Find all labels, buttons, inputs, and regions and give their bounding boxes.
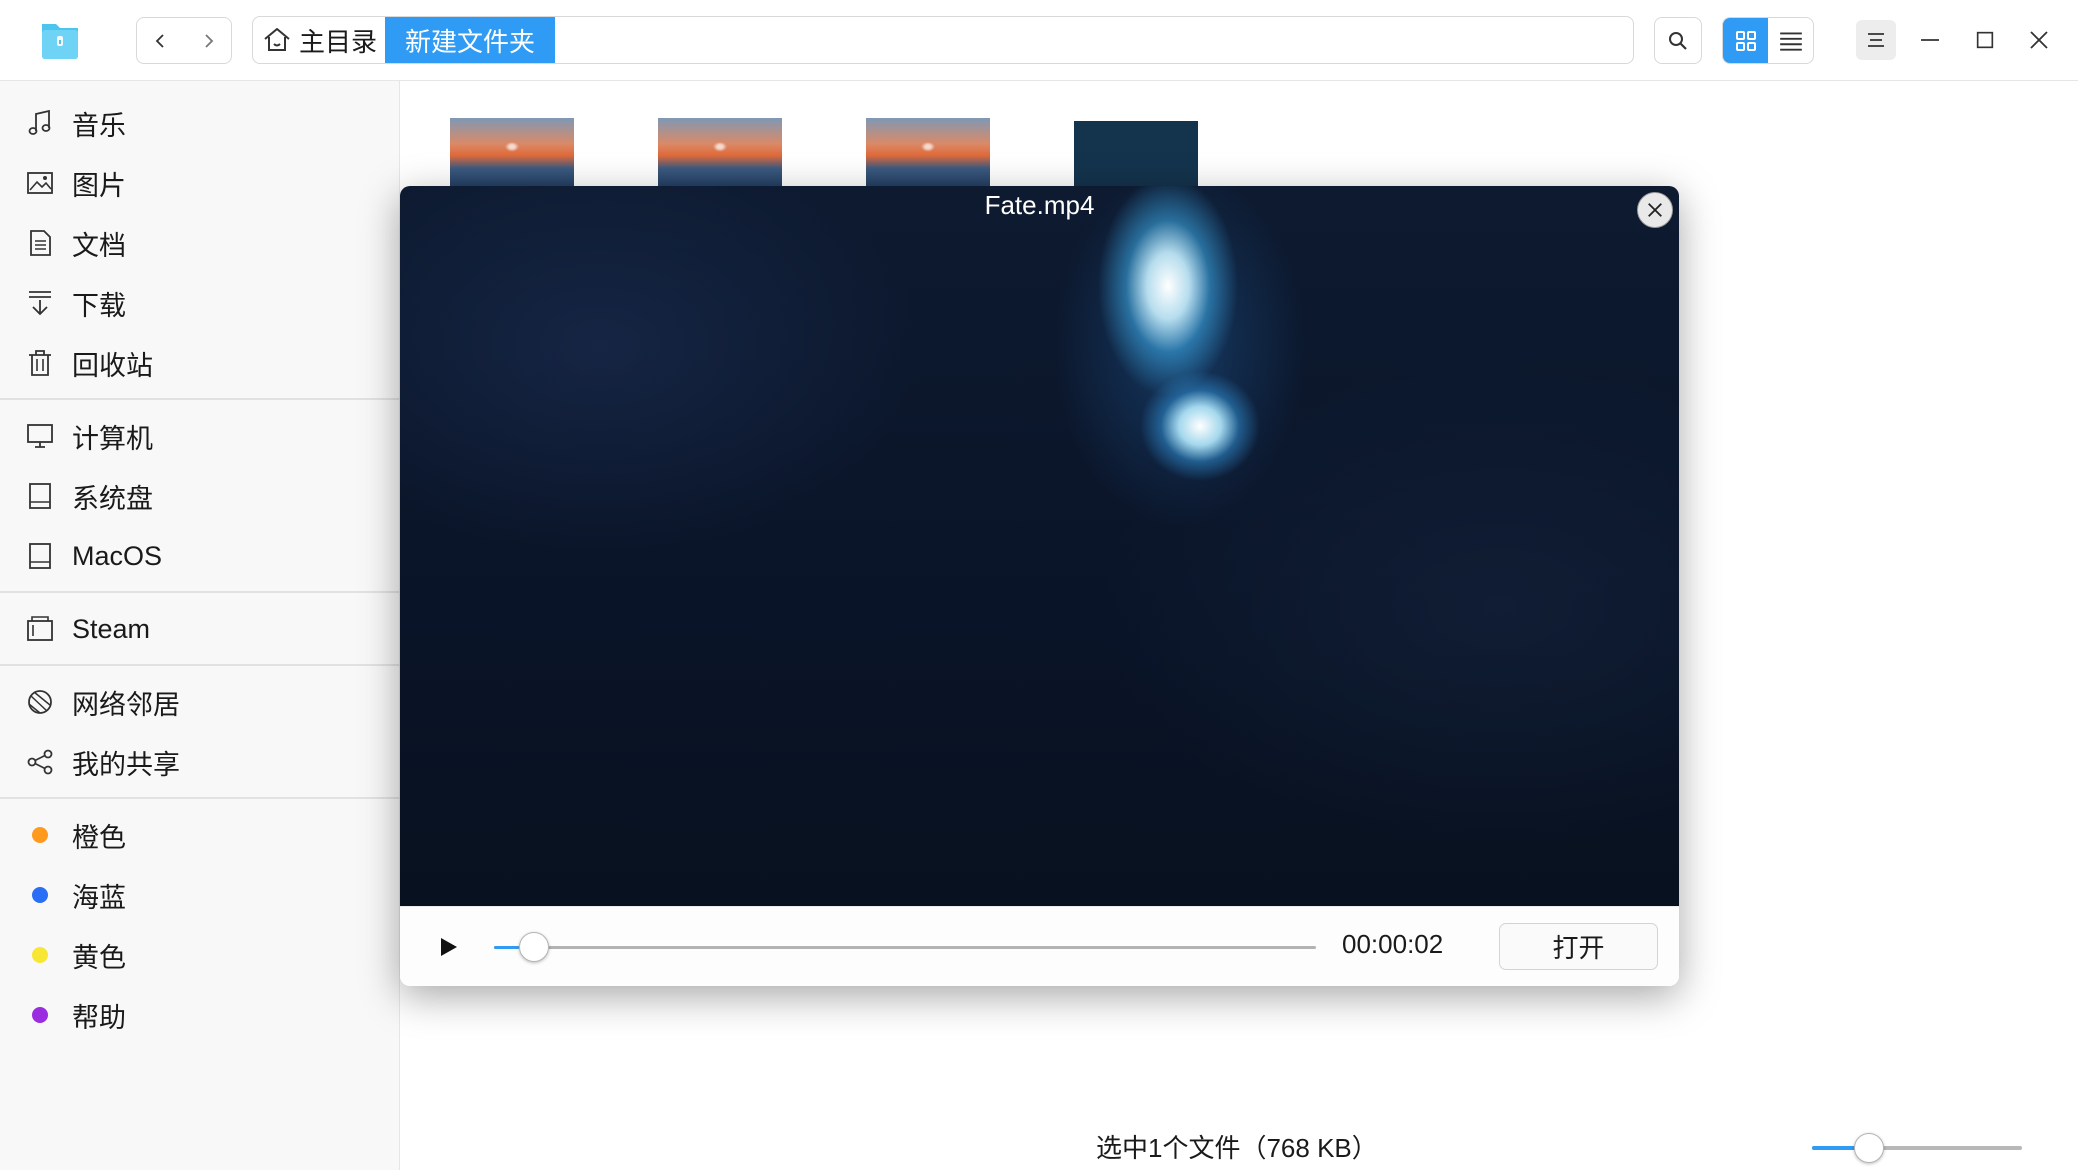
music-icon xyxy=(24,107,56,139)
video-frame[interactable] xyxy=(400,186,1679,906)
search-button[interactable] xyxy=(1654,17,1702,64)
disk-icon xyxy=(24,480,56,512)
open-button[interactable]: 打开 xyxy=(1499,923,1658,970)
sidebar-item-label: 系统盘 xyxy=(72,483,153,514)
sidebar-item-label: 我的共享 xyxy=(72,749,180,780)
share-icon xyxy=(24,746,56,778)
progress-handle[interactable] xyxy=(519,932,549,962)
file-thumbnail[interactable] xyxy=(658,118,782,190)
tag-dot-icon xyxy=(24,879,56,911)
sidebar-item-steam[interactable]: Steam xyxy=(0,600,400,658)
playback-time: 00:00:02 xyxy=(1342,929,1444,959)
sidebar-item-pictures[interactable]: 图片 xyxy=(0,154,400,212)
sidebar-item-label: 音乐 xyxy=(72,110,126,141)
maximize-icon xyxy=(1976,31,1994,49)
sidebar-item-label: 网络邻居 xyxy=(72,689,180,720)
back-button[interactable] xyxy=(137,18,184,63)
sidebar-item-computer[interactable]: 计算机 xyxy=(0,407,400,465)
list-view-icon xyxy=(1779,31,1802,51)
close-icon xyxy=(1648,203,1662,217)
sidebar-item-label: 回收站 xyxy=(72,350,153,381)
tag-dot-icon xyxy=(24,999,56,1031)
titlebar: 主目录 新建文件夹 xyxy=(0,0,2078,81)
tag-dot-icon xyxy=(24,939,56,971)
breadcrumb-home-label: 主目录 xyxy=(299,26,378,57)
download-icon xyxy=(24,287,56,319)
trash-icon xyxy=(24,347,56,379)
sidebar-item-my-shares[interactable]: 我的共享 xyxy=(0,733,400,791)
play-button[interactable] xyxy=(430,929,466,965)
image-icon xyxy=(24,167,56,199)
network-icon xyxy=(24,686,56,718)
sidebar-item-label: 计算机 xyxy=(72,423,153,454)
sidebar: 音乐 图片 文档 下载 回收站 计算机 系统盘 MacOS Steam 网络邻居… xyxy=(0,81,400,1170)
sidebar-divider xyxy=(0,664,400,666)
sidebar-tag-yellow[interactable]: 黄色 xyxy=(0,926,400,984)
sidebar-divider xyxy=(0,591,400,593)
removable-drive-icon xyxy=(24,613,56,645)
sidebar-item-label: 帮助 xyxy=(72,1002,126,1033)
sidebar-divider xyxy=(0,797,400,799)
playback-controls: 00:00:02 打开 xyxy=(400,906,1679,986)
selection-status: 选中1个文件（768 KB） xyxy=(1096,1133,1378,1163)
preview-close-button[interactable] xyxy=(1637,192,1673,228)
minimize-icon xyxy=(1921,39,1939,41)
maximize-button[interactable] xyxy=(1965,20,2005,60)
sidebar-item-label: MacOS xyxy=(72,540,163,571)
sidebar-tag-blue[interactable]: 海蓝 xyxy=(0,866,400,924)
address-bar[interactable]: 主目录 新建文件夹 xyxy=(252,16,1634,64)
menu-icon xyxy=(1868,33,1884,47)
sidebar-item-network[interactable]: 网络邻居 xyxy=(0,673,400,731)
chevron-left-icon xyxy=(155,33,164,48)
sidebar-item-label: 图片 xyxy=(72,170,126,201)
video-preview-dialog: Fate.mp4 00:00:02 打开 xyxy=(400,186,1679,986)
sidebar-item-label: Steam xyxy=(72,613,151,644)
icon-size-slider[interactable] xyxy=(1812,1132,2022,1164)
sidebar-divider xyxy=(0,398,400,400)
sidebar-tag-orange[interactable]: 橙色 xyxy=(0,806,400,864)
minimize-button[interactable] xyxy=(1910,20,1950,60)
chevron-right-icon xyxy=(204,33,213,48)
sidebar-item-macos[interactable]: MacOS xyxy=(0,527,400,585)
home-icon xyxy=(264,28,290,51)
computer-icon xyxy=(24,420,56,452)
grid-view-button[interactable] xyxy=(1723,18,1768,63)
sidebar-item-system-disk[interactable]: 系统盘 xyxy=(0,467,400,525)
sidebar-tag-purple[interactable]: 帮助 xyxy=(0,986,400,1044)
file-manager-window: 主目录 新建文件夹 音乐 图片 文档 下载 回收站 计算机 系统盘 MacOS … xyxy=(0,0,2078,1170)
sidebar-item-label: 橙色 xyxy=(72,822,126,853)
main-menu-button[interactable] xyxy=(1856,20,1896,60)
breadcrumb-home[interactable]: 主目录 xyxy=(253,17,385,63)
sidebar-item-label: 文档 xyxy=(72,230,126,261)
view-mode-switch xyxy=(1722,17,1814,64)
sidebar-item-music[interactable]: 音乐 xyxy=(0,94,400,152)
forward-button[interactable] xyxy=(184,18,231,63)
document-icon xyxy=(24,227,56,259)
sidebar-item-label: 黄色 xyxy=(72,942,126,973)
play-icon xyxy=(441,938,457,956)
sidebar-item-documents[interactable]: 文档 xyxy=(0,214,400,272)
grid-view-icon xyxy=(1735,30,1756,51)
close-icon xyxy=(2030,31,2048,49)
breadcrumb-current-folder[interactable]: 新建文件夹 xyxy=(385,17,556,63)
tag-dot-icon xyxy=(24,819,56,851)
search-icon xyxy=(1669,31,1687,50)
preview-filename: Fate.mp4 xyxy=(984,190,1095,220)
close-window-button[interactable] xyxy=(2019,20,2059,60)
sidebar-item-downloads[interactable]: 下载 xyxy=(0,274,400,332)
disk-icon xyxy=(24,540,56,572)
sidebar-item-trash[interactable]: 回收站 xyxy=(0,334,400,392)
navigation-buttons xyxy=(136,17,232,64)
progress-fill xyxy=(494,946,519,949)
file-thumbnail[interactable] xyxy=(450,118,574,190)
sidebar-item-label: 下载 xyxy=(72,290,126,321)
list-view-button[interactable] xyxy=(1768,18,1813,63)
slider-handle[interactable] xyxy=(1854,1133,1884,1163)
playback-progress-slider[interactable] xyxy=(494,931,1316,963)
progress-track xyxy=(494,946,1316,949)
sidebar-item-label: 海蓝 xyxy=(72,882,126,913)
file-thumbnail[interactable] xyxy=(866,118,990,190)
file-manager-icon[interactable] xyxy=(38,18,82,62)
file-thumbnail-video[interactable] xyxy=(1074,121,1198,193)
